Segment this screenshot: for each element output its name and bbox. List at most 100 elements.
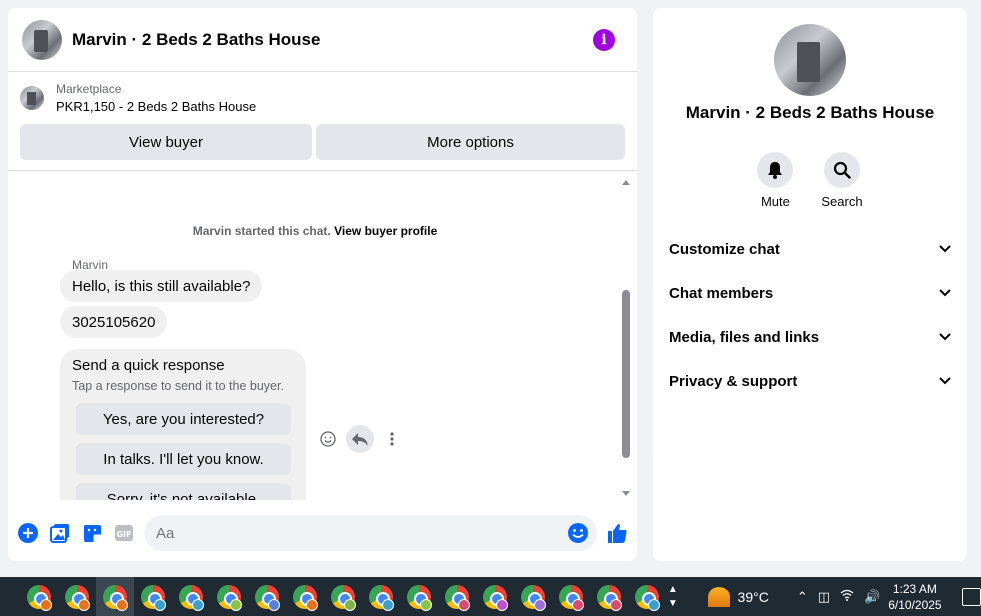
reply-icon[interactable] bbox=[346, 425, 374, 453]
scrollbar-thumb[interactable] bbox=[622, 290, 630, 458]
taskbar-apps bbox=[0, 577, 666, 616]
message-actions bbox=[316, 425, 404, 453]
profile-badge-icon bbox=[306, 599, 318, 611]
more-options-button[interactable]: More options bbox=[316, 124, 625, 160]
profile-badge-icon bbox=[458, 599, 470, 611]
taskbar-chrome-app[interactable] bbox=[96, 577, 134, 616]
message-list[interactable]: Marvin started this chat. View buyer pro… bbox=[8, 178, 622, 500]
chevron-down-icon bbox=[939, 245, 951, 253]
taskbar-chrome-app[interactable] bbox=[286, 577, 324, 616]
more-vertical-icon[interactable] bbox=[380, 427, 404, 451]
chat-title[interactable]: Marvin · 2 Beds 2 Baths House bbox=[72, 30, 593, 50]
temperature: 39°C bbox=[737, 588, 769, 605]
taskbar-chrome-app[interactable] bbox=[58, 577, 96, 616]
taskbar-chrome-app[interactable] bbox=[210, 577, 248, 616]
taskbar-chrome-app[interactable] bbox=[172, 577, 210, 616]
svg-text:GIF: GIF bbox=[116, 530, 131, 539]
system-tray: ⌃ ◫ 🔊 bbox=[797, 589, 880, 605]
marketplace-row: Marketplace PKR1,150 - 2 Beds 2 Baths Ho… bbox=[8, 72, 637, 120]
quick-response-title: Send a quick response bbox=[72, 357, 225, 374]
sticker-icon[interactable] bbox=[80, 521, 104, 545]
profile-badge-icon bbox=[78, 599, 90, 611]
listing-thumbnail[interactable] bbox=[20, 86, 44, 110]
message-input-wrapper bbox=[144, 515, 597, 551]
chat-panel: Marvin · 2 Beds 2 Baths House i Marketpl… bbox=[8, 8, 637, 561]
taskbar-chrome-app[interactable] bbox=[552, 577, 590, 616]
profile-badge-icon bbox=[154, 599, 166, 611]
thumbs-up-icon[interactable] bbox=[605, 521, 629, 545]
taskbar-chrome-app[interactable] bbox=[514, 577, 552, 616]
marketplace-buttons: View buyer More options bbox=[8, 120, 637, 171]
quick-response-option[interactable]: Sorry, it's not available. bbox=[76, 483, 291, 500]
composer: GIF bbox=[8, 505, 637, 561]
weather-icon bbox=[707, 586, 730, 607]
profile-badge-icon bbox=[382, 599, 394, 611]
taskbar-chrome-app[interactable] bbox=[134, 577, 172, 616]
quick-response-option[interactable]: In talks. I'll let you know. bbox=[76, 443, 291, 475]
react-icon[interactable] bbox=[316, 427, 340, 451]
bell-icon[interactable] bbox=[757, 152, 794, 188]
message-input[interactable] bbox=[144, 515, 597, 551]
section-chat-members[interactable]: Chat members bbox=[653, 271, 967, 315]
profile-badge-icon bbox=[572, 599, 584, 611]
search-icon[interactable] bbox=[823, 152, 860, 188]
marketplace-label: Marketplace bbox=[56, 82, 122, 96]
profile-name: Marvin · 2 Beds 2 Baths House bbox=[685, 103, 935, 122]
section-privacy-support[interactable]: Privacy & support bbox=[653, 359, 967, 403]
avatar[interactable] bbox=[22, 19, 62, 60]
scroll-up-arrow-icon[interactable] bbox=[622, 180, 630, 185]
taskbar-scroll[interactable]: ▲ ▼ bbox=[666, 583, 680, 611]
scroll-down-arrow-icon[interactable] bbox=[622, 491, 630, 496]
profile-badge-icon bbox=[268, 599, 280, 611]
view-buyer-button[interactable]: View buyer bbox=[20, 124, 312, 160]
section-customize-chat[interactable]: Customize chat bbox=[653, 227, 967, 271]
profile-badge-icon bbox=[496, 599, 508, 611]
profile-badge-icon bbox=[192, 599, 204, 611]
search-label: Search bbox=[821, 194, 863, 209]
quick-response-subtitle: Tap a response to send it to the buyer. bbox=[72, 379, 284, 393]
taskbar-chrome-app[interactable] bbox=[628, 577, 666, 616]
view-buyer-profile-link[interactable]: View buyer profile bbox=[334, 224, 437, 238]
profile-badge-icon bbox=[610, 599, 622, 611]
taskbar-chrome-app[interactable] bbox=[476, 577, 514, 616]
message-bubble[interactable]: Hello, is this still available? bbox=[60, 270, 263, 302]
clock[interactable]: 1:23 AM 6/10/2025 bbox=[888, 581, 941, 613]
chat-header: Marvin · 2 Beds 2 Baths House i bbox=[8, 8, 637, 72]
weather-widget[interactable]: 39°C bbox=[707, 586, 769, 607]
profile-badge-icon bbox=[116, 599, 128, 611]
meet-now-icon[interactable]: ◫ bbox=[818, 589, 830, 605]
message-bubble[interactable]: 3025105620 bbox=[60, 306, 168, 338]
taskbar-chrome-app[interactable] bbox=[362, 577, 400, 616]
profile-badge-icon bbox=[344, 599, 356, 611]
photo-icon[interactable] bbox=[48, 521, 72, 545]
info-icon[interactable]: i bbox=[593, 28, 615, 51]
profile-badge-icon bbox=[534, 599, 546, 611]
notification-icon[interactable] bbox=[961, 587, 981, 606]
section-media-files-links[interactable]: Media, files and links bbox=[653, 315, 967, 359]
taskbar: ▲ ▼ 39°C ⌃ ◫ 🔊 1:23 AM 6/10/2025 bbox=[0, 577, 981, 616]
volume-icon[interactable]: 🔊 bbox=[864, 589, 880, 605]
taskbar-chrome-app[interactable] bbox=[400, 577, 438, 616]
chat-started-notice: Marvin started this chat. View buyer pro… bbox=[192, 224, 438, 238]
taskbar-chrome-app[interactable] bbox=[438, 577, 476, 616]
taskbar-chrome-app[interactable] bbox=[20, 577, 58, 616]
scrollbar[interactable] bbox=[621, 178, 631, 500]
profile-actions: Mute Search bbox=[653, 152, 967, 209]
tray-chevron-up-icon[interactable]: ⌃ bbox=[797, 589, 808, 605]
taskbar-chrome-app[interactable] bbox=[590, 577, 628, 616]
profile-badge-icon bbox=[420, 599, 432, 611]
wifi-icon[interactable] bbox=[840, 589, 854, 604]
quick-response-card: Send a quick response Tap a response to … bbox=[60, 349, 306, 500]
plus-circle-icon[interactable] bbox=[16, 521, 40, 545]
taskbar-chrome-app[interactable] bbox=[248, 577, 286, 616]
gif-icon[interactable]: GIF bbox=[112, 521, 136, 545]
profile-badge-icon bbox=[230, 599, 242, 611]
taskbar-chrome-app[interactable] bbox=[324, 577, 362, 616]
listing-title[interactable]: PKR1,150 - 2 Beds 2 Baths House bbox=[56, 99, 256, 114]
quick-response-option[interactable]: Yes, are you interested? bbox=[76, 403, 291, 435]
profile-avatar[interactable] bbox=[774, 24, 846, 96]
mute-button[interactable]: Mute bbox=[757, 152, 794, 209]
profile-badge-icon bbox=[40, 599, 52, 611]
emoji-icon[interactable] bbox=[567, 522, 589, 544]
search-button[interactable]: Search bbox=[821, 152, 863, 209]
